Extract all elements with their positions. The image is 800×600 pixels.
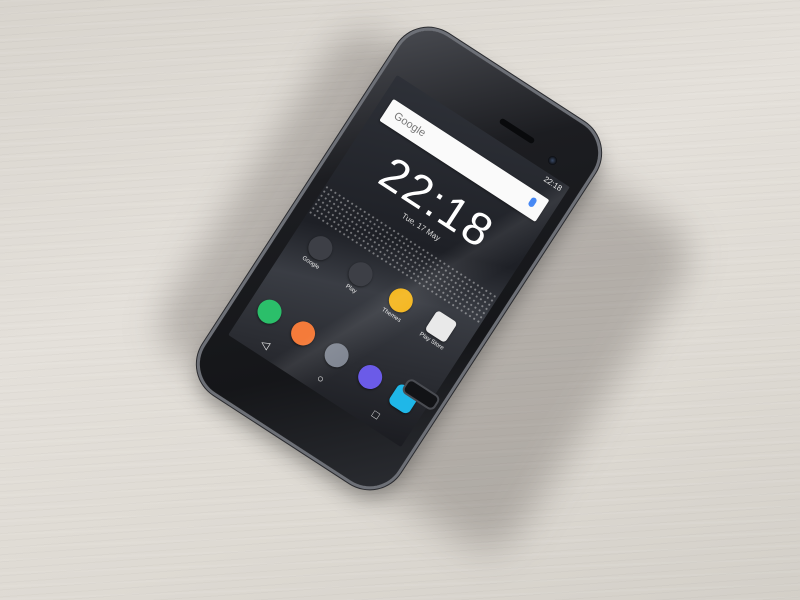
recents-button[interactable]: □ — [370, 408, 382, 422]
phone-icon[interactable] — [252, 295, 287, 329]
app-drawer-icon[interactable] — [320, 338, 354, 372]
mic-icon[interactable] — [527, 196, 538, 209]
back-button[interactable]: ◁ — [258, 336, 272, 352]
home-button[interactable]: ○ — [314, 372, 326, 386]
browser-icon[interactable] — [353, 360, 387, 394]
messaging-icon[interactable] — [286, 316, 320, 351]
front-camera — [548, 156, 557, 165]
app-play-store[interactable]: Play Store — [411, 304, 466, 356]
smartphone: 22:18 Google 22:18 Tue, 17 May Google Pl… — [186, 17, 612, 500]
google-logo: Google — [391, 110, 428, 140]
